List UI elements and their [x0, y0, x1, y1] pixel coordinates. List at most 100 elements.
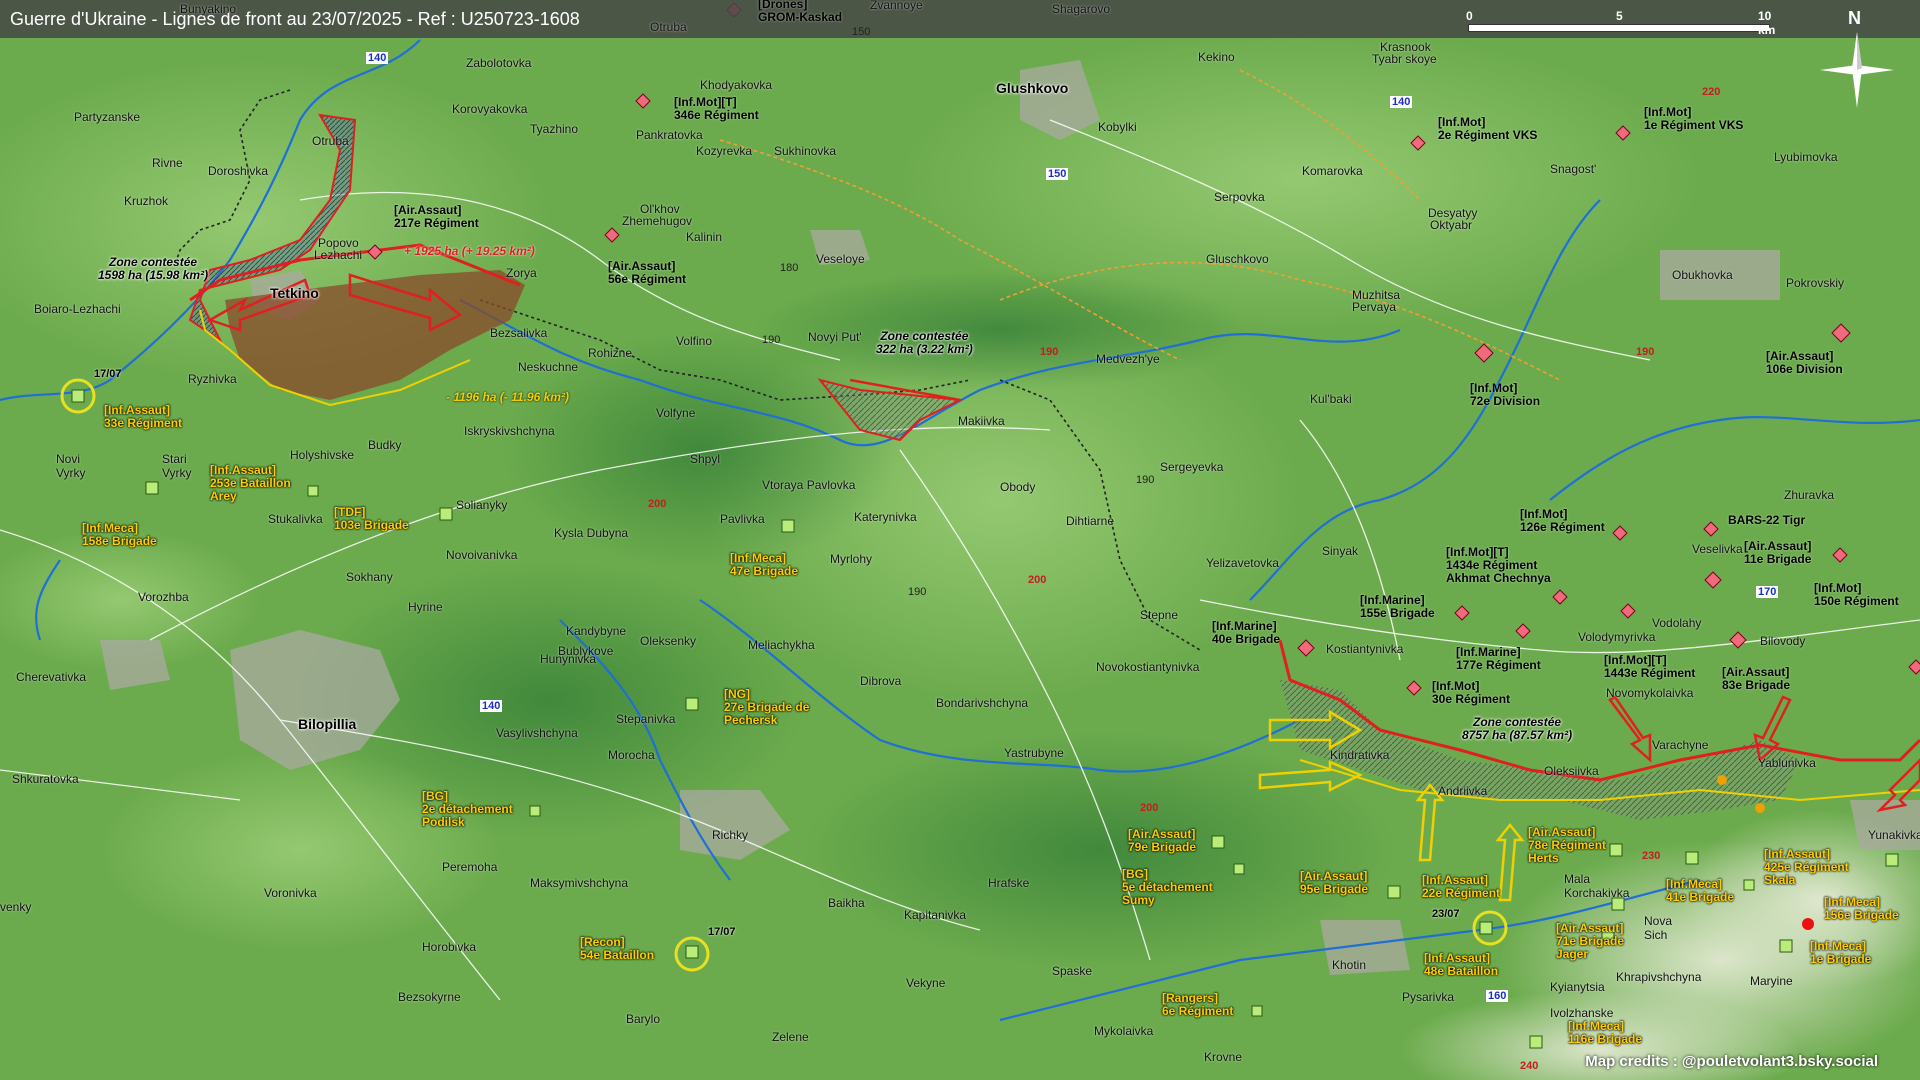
ua-unit-label[interactable]: [Inf.Assaut] 22e Régiment: [1422, 874, 1500, 900]
ua-unit-label[interactable]: [BG] 5e détachement Sumy: [1122, 868, 1234, 907]
ua-unit-label[interactable]: [Air.Assaut] 78e Régiment Herts: [1528, 826, 1628, 865]
ua-unit-label[interactable]: [Rangers] 6e Régiment: [1162, 992, 1233, 1018]
place: Solianyky: [456, 498, 508, 512]
town-bilopillia: Bilopillia: [298, 716, 357, 732]
ua-unit-label[interactable]: [Inf.Meca] 116e Brigade: [1568, 1020, 1642, 1046]
place: Sich: [1644, 928, 1668, 942]
ru-unit-label[interactable]: [Air.Assaut] 217e Régiment: [394, 204, 479, 230]
place: Maryine: [1750, 974, 1793, 988]
place: Pankratovka: [636, 128, 703, 142]
ua-unit-label[interactable]: [Air.Assaut] 95e Brigade: [1300, 870, 1368, 896]
place: Budky: [368, 438, 402, 452]
altitude-mark: 200: [1028, 574, 1047, 586]
ru-unit-label[interactable]: [Inf.Mot][T] 346e Régiment: [674, 96, 759, 122]
place: venky: [0, 900, 32, 914]
place: Stari: [162, 452, 187, 466]
place: Ivolzhanske: [1550, 1006, 1614, 1020]
place: Shpyl: [690, 452, 721, 466]
ru-unit-label[interactable]: [Inf.Mot] 72e Division: [1470, 382, 1540, 408]
ru-unit-label[interactable]: [Inf.Mot] 150e Régiment: [1814, 582, 1899, 608]
ua-unit-label[interactable]: [Inf.Assaut] 253e Bataillon Arey: [210, 464, 306, 503]
place: Gluschkovo: [1206, 252, 1269, 266]
ua-unit-label[interactable]: [Air.Assaut] 71e Brigade Jager: [1556, 922, 1646, 961]
ru-unit-label[interactable]: [Air.Assaut] 106e Division: [1766, 350, 1843, 376]
ua-unit-label[interactable]: [Inf.Assaut] 425e Régiment Skala: [1764, 848, 1868, 887]
ua-unit-label[interactable]: [Inf.Meca] 158e Brigade: [82, 522, 157, 548]
ru-unit-label[interactable]: [Inf.Mot][T] 1434e Régiment Akhmat Chechn…: [1446, 546, 1576, 585]
place: Holyshivske: [290, 448, 355, 462]
ua-unit-label[interactable]: [Inf.Assaut] 33e Régiment: [104, 404, 182, 430]
ru-unit-label[interactable]: [Inf.Marine] 155e Brigade: [1360, 594, 1435, 620]
place: Partyzanske: [74, 110, 141, 124]
compass-rose: N: [1812, 8, 1902, 118]
date-label: 23/07: [1432, 908, 1460, 920]
place: Krovne: [1204, 1050, 1243, 1064]
place: Kyianytsia: [1550, 980, 1605, 994]
ua-unit-label[interactable]: [NG] 27e Brigade de Pechersk: [724, 688, 834, 727]
place: Kekino: [1198, 50, 1235, 64]
ru-unit-label[interactable]: BARS-22 Tigr: [1728, 514, 1805, 527]
altitude-mark: 200: [648, 498, 667, 510]
place: Novomykolaivka: [1606, 686, 1694, 700]
ua-unit-label[interactable]: [Inf.Meca] 1e Brigade: [1810, 940, 1871, 966]
contested-zone-label: Zone contestée 322 ha (3.22 km²): [876, 329, 973, 356]
ru-unit-label[interactable]: [Inf.Mot][T] 1443e Régiment: [1604, 654, 1695, 680]
ua-unit-label[interactable]: [Inf.Meca] 47e Brigade: [730, 552, 798, 578]
place: Neskuchne: [518, 360, 579, 374]
place: Bunyakino: [180, 2, 237, 16]
place: Ryzhivka: [188, 372, 237, 386]
place: Novi: [56, 452, 81, 466]
ua-unit-label[interactable]: [Inf.Assaut] 48e Bataillon: [1424, 952, 1498, 978]
place: Dihtiarne: [1066, 514, 1115, 528]
place: Pervaya: [1352, 300, 1397, 314]
ua-unit-label[interactable]: [Inf.Meca] 41e Brigade: [1666, 878, 1734, 904]
place: Sergeyevka: [1160, 460, 1224, 474]
place: Myrlohy: [830, 552, 873, 566]
ru-unit-label[interactable]: [Inf.Mot] 30e Régiment: [1432, 680, 1510, 706]
altitude-mark: 190: [762, 334, 781, 346]
ru-unit-label[interactable]: [Drones] GROM-Kaskad: [758, 0, 842, 24]
ua-unit-label[interactable]: [Air.Assaut] 79e Brigade: [1128, 828, 1196, 854]
place: Snagost': [1550, 162, 1597, 176]
place: Novoivanivka: [446, 548, 518, 562]
place: Bilovody: [1760, 634, 1806, 648]
place: Oleksiivka: [1544, 764, 1599, 778]
ua-unit-label[interactable]: [TDF] 103e Brigade: [334, 506, 409, 532]
ru-unit-label[interactable]: [Inf.Marine] 40e Brigade: [1212, 620, 1280, 646]
ua-unit-label[interactable]: [Recon] 54e Bataillon: [580, 936, 654, 962]
place: Varachyne: [1652, 738, 1709, 752]
ru-unit-label[interactable]: [Inf.Marine] 177e Régiment: [1456, 646, 1541, 672]
place: Sinyak: [1322, 544, 1359, 558]
place: Kandybyne: [566, 624, 627, 638]
place: Kozyrevka: [696, 144, 753, 158]
place: Kindrativka: [1330, 748, 1390, 762]
ru-unit-label[interactable]: [Inf.Mot] 2e Régiment VKS: [1438, 116, 1537, 142]
place: Cherevativka: [16, 670, 87, 684]
place: Pokrovskiy: [1786, 276, 1845, 290]
place: Obukhovka: [1672, 268, 1733, 282]
place: Meliachykha: [748, 638, 815, 652]
ua-unit-label[interactable]: [BG] 2e détachement Podilsk: [422, 790, 532, 829]
ru-unit-label[interactable]: [Inf.Mot] 126e Régiment: [1520, 508, 1605, 534]
place: Yunakivka: [1868, 828, 1920, 842]
place: Maksymivshchyna: [530, 876, 629, 890]
altitude-mark: 190: [1040, 346, 1059, 358]
ru-unit-label[interactable]: [Air.Assaut] 11e Brigade: [1744, 540, 1811, 566]
ru-unit-label[interactable]: [Air.Assaut] 56e Régiment: [608, 260, 686, 286]
place: Veselivka: [1692, 542, 1743, 556]
place: Novokostiantynivka: [1096, 660, 1200, 674]
place: Otruba: [650, 20, 687, 34]
place: Oktyabr: [1430, 218, 1473, 232]
place: Vtoraya Pavlovka: [762, 478, 856, 492]
place: Dibrova: [860, 674, 902, 688]
place: Spaske: [1052, 964, 1093, 978]
altitude-mark: 190: [1136, 474, 1155, 486]
place: Stukalivka: [268, 512, 323, 526]
altitude-mark: 190: [908, 586, 927, 598]
altitude-mark: 230: [1642, 850, 1661, 862]
place: Bezsalivka: [490, 326, 548, 340]
ru-unit-label[interactable]: [Inf.Mot] 1e Régiment VKS: [1644, 106, 1743, 132]
ua-unit-label[interactable]: [Inf.Meca] 156e Brigade: [1824, 896, 1899, 922]
ru-unit-label[interactable]: [Air.Assaut] 83e Brigade: [1722, 666, 1790, 692]
scale-bar: 0 5 10 km: [1466, 3, 1786, 37]
